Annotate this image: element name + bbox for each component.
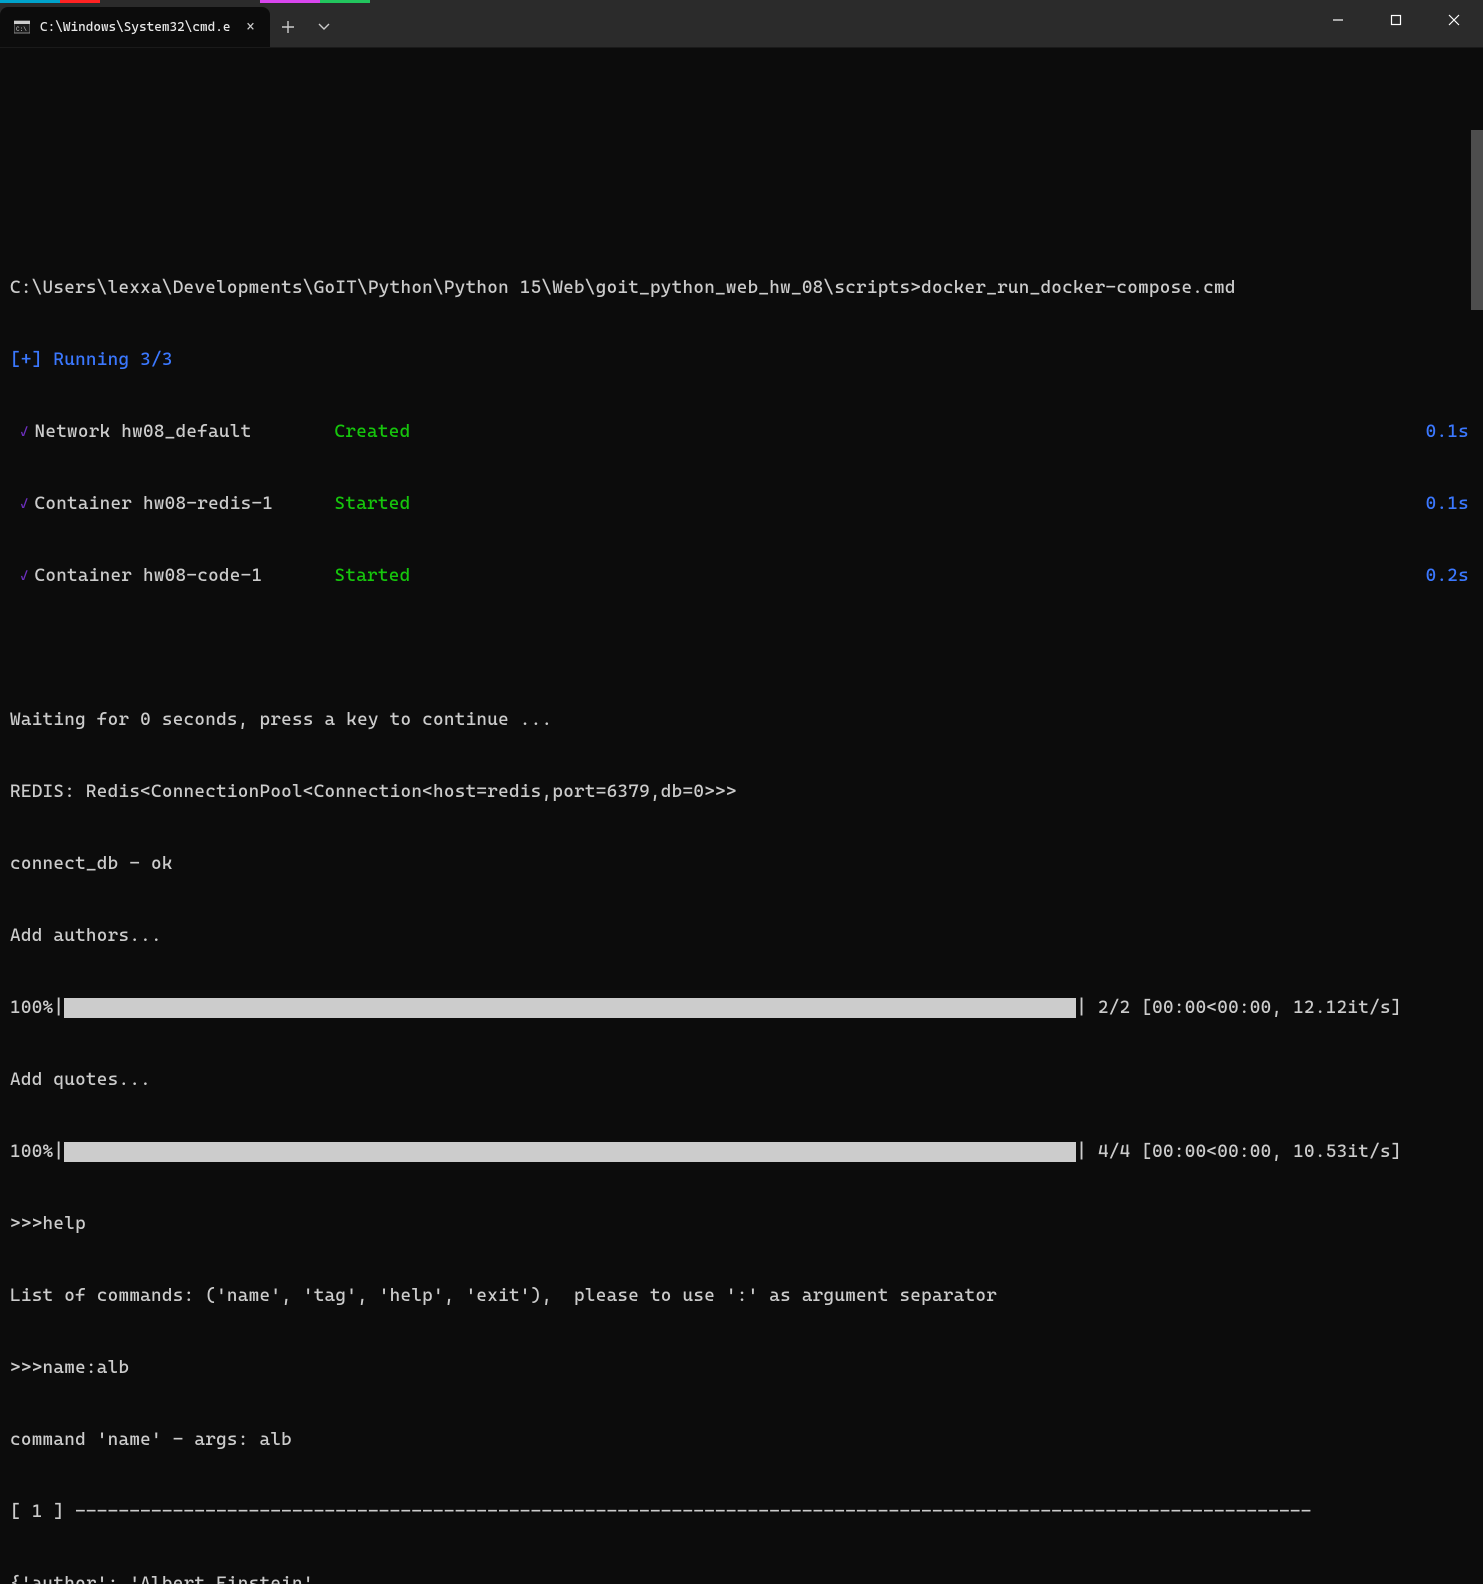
- add-quotes-label: Add quotes...: [10, 1068, 1473, 1092]
- check-icon: ✓: [10, 420, 35, 444]
- redis-line: REDIS: Redis<ConnectionPool<Connection<h…: [10, 780, 1473, 804]
- empty-line: [10, 132, 1473, 156]
- empty-line: [10, 636, 1473, 660]
- command-echo: command 'name' - args: alb: [10, 1428, 1473, 1452]
- tab-title: C:\Windows\System32\cmd.e: [40, 20, 230, 35]
- repl-help: >>>help: [10, 1212, 1473, 1236]
- window-controls: [1309, 0, 1483, 47]
- waiting-line: Waiting for 0 seconds, press a key to co…: [10, 708, 1473, 732]
- scrollbar-thumb[interactable]: [1471, 130, 1483, 310]
- docker-header: [+] Running 3/3: [10, 348, 1473, 372]
- terminal-output[interactable]: C:\Users\lexxa\Developments\GoIT\Python\…: [0, 48, 1483, 792]
- cmd-icon: C:\: [14, 19, 30, 35]
- minimize-button[interactable]: [1309, 0, 1367, 40]
- close-icon[interactable]: ×: [240, 17, 260, 37]
- svg-text:C:\: C:\: [16, 26, 27, 33]
- docker-row-redis: ✓Container hw08-redis-1Started0.1s: [10, 492, 1473, 516]
- tabs-region: C:\ C:\Windows\System32\cmd.e ×: [0, 0, 342, 47]
- progress-bar: [64, 1142, 1076, 1162]
- progress-quotes: 100%|| 4/4 [00:00<00:00, 10.53it/s]: [10, 1140, 1473, 1164]
- titlebar: C:\ C:\Windows\System32\cmd.e ×: [0, 0, 1483, 48]
- result-1-line: {'author': 'Albert Einstein',: [10, 1572, 1473, 1584]
- tab-dropdown-button[interactable]: [306, 7, 342, 47]
- connect-line: connect_db - ok: [10, 852, 1473, 876]
- empty-line: [10, 204, 1473, 228]
- maximize-button[interactable]: [1367, 0, 1425, 40]
- help-output: List of commands: ('name', 'tag', 'help'…: [10, 1284, 1473, 1308]
- check-icon: ✓: [10, 492, 35, 516]
- add-authors-label: Add authors...: [10, 924, 1473, 948]
- prompt-line: C:\Users\lexxa\Developments\GoIT\Python\…: [10, 276, 1473, 300]
- close-button[interactable]: [1425, 0, 1483, 40]
- repl-name: >>>name:alb: [10, 1356, 1473, 1380]
- progress-bar: [64, 998, 1076, 1018]
- tab-cmd[interactable]: C:\ C:\Windows\System32\cmd.e ×: [0, 7, 270, 47]
- docker-row-network: ✓Network hw08_defaultCreated0.1s: [10, 420, 1473, 444]
- docker-row-code: ✓Container hw08-code-1Started0.2s: [10, 564, 1473, 588]
- check-icon: ✓: [10, 564, 35, 588]
- new-tab-button[interactable]: [270, 7, 306, 47]
- prompt-command: docker_run_docker-compose.cmd: [921, 276, 1236, 300]
- prompt-cwd: C:\Users\lexxa\Developments\GoIT\Python\…: [10, 276, 921, 300]
- separator-1: [ 1 ] ----------------------------------…: [10, 1500, 1473, 1524]
- progress-authors: 100%|| 2/2 [00:00<00:00, 12.12it/s]: [10, 996, 1473, 1020]
